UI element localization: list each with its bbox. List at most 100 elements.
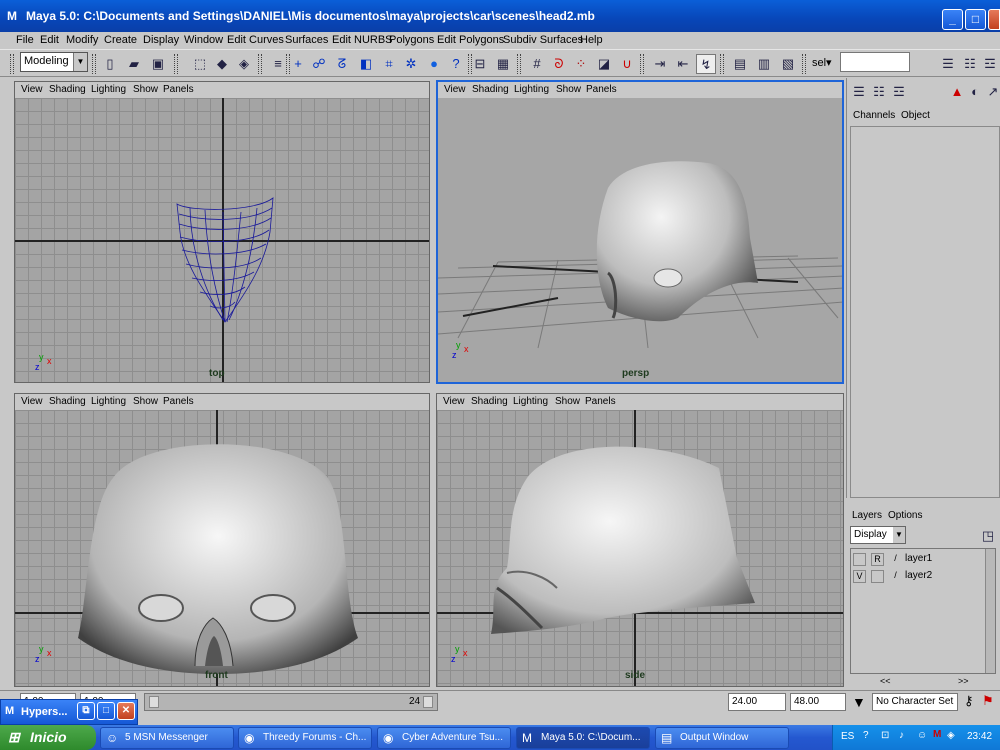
handles-icon[interactable]: + [288, 54, 308, 74]
channel-box-list[interactable] [850, 126, 1000, 498]
layer-list-scrollbar[interactable] [985, 549, 995, 673]
playback-end-field[interactable]: 24.00 [728, 693, 786, 711]
panel-menu-panels[interactable]: Panels [586, 84, 617, 95]
layer-visibility-toggle[interactable]: V [853, 570, 866, 583]
channel-box-toggle-icon[interactable]: ☰ [938, 54, 958, 74]
lock-selection-icon[interactable]: ⊟ [470, 54, 490, 74]
volume-icon[interactable]: ♪ [899, 730, 904, 741]
deformations-icon[interactable]: ⌗ [379, 54, 399, 74]
misc-icon[interactable]: ? [446, 54, 466, 74]
pick-icon[interactable]: ↗ [983, 82, 1000, 102]
mask-menu-icon[interactable]: ≡ [268, 54, 288, 74]
layer-editor-icon[interactable]: ☷ [869, 82, 889, 102]
select-hierarchy-icon[interactable]: ⬚ [190, 54, 210, 74]
close-button[interactable] [988, 9, 1000, 30]
ipr-render-icon[interactable]: ▥ [754, 54, 774, 74]
layer-visibility-toggle[interactable] [853, 553, 866, 566]
options-menu[interactable]: Options [888, 510, 922, 521]
language-indicator[interactable]: ES [841, 731, 854, 742]
save-scene-icon[interactable]: ▣ [148, 54, 168, 74]
panel-menu-lighting[interactable]: Lighting [514, 84, 549, 95]
messenger-tray-icon[interactable]: ☺ [917, 730, 927, 741]
dynamics-icon[interactable]: ✲ [401, 54, 421, 74]
channels-menu[interactable]: Channels [853, 110, 895, 121]
character-set-field[interactable]: No Character Set [872, 693, 958, 711]
snap-point-icon[interactable]: ⁘ [571, 54, 591, 74]
panel-menu-lighting[interactable]: Lighting [91, 396, 126, 407]
taskbar-item-threedy[interactable]: ◉ Threedy Forums - Ch... [238, 727, 372, 749]
antivirus-icon[interactable]: ◈ [947, 730, 955, 741]
panel-menu-shading[interactable]: Shading [49, 84, 86, 95]
snap-plane-icon[interactable]: ◪ [594, 54, 614, 74]
menu-edit-curves[interactable]: Edit Curves [227, 34, 284, 46]
tool-settings-toggle-icon[interactable]: ☲ [980, 54, 1000, 74]
render-icon[interactable]: ▲ [947, 82, 967, 102]
channel-box-icon[interactable]: ☰ [849, 82, 869, 102]
input-connections-icon[interactable]: ⇥ [650, 54, 670, 74]
auto-key-icon[interactable]: ⚷ [964, 693, 974, 709]
output-connections-icon[interactable]: ⇤ [673, 54, 693, 74]
side-viewport[interactable]: View Shading Lighting Show Panels yxz si… [436, 393, 844, 687]
surfaces-icon[interactable]: ◧ [356, 54, 376, 74]
minimize-button[interactable]: _ [942, 9, 963, 30]
panel-menu-view[interactable]: View [443, 396, 465, 407]
open-scene-icon[interactable]: ▰ [124, 54, 144, 74]
menu-subdiv-surfaces[interactable]: Subdiv Surfaces [503, 34, 583, 46]
panel-menu-shading[interactable]: Shading [49, 396, 86, 407]
make-live-icon[interactable]: ∪ [617, 54, 637, 74]
panel-menu-shading[interactable]: Shading [472, 84, 509, 95]
panel-menu-view[interactable]: View [444, 84, 466, 95]
menu-create[interactable]: Create [104, 34, 137, 46]
layer-type-toggle[interactable]: R [871, 553, 884, 566]
gmail-icon[interactable]: M [933, 729, 941, 740]
panel-menu-show[interactable]: Show [133, 396, 158, 407]
help-icon[interactable]: ? [863, 730, 869, 741]
attribute-editor-toggle-icon[interactable]: ☷ [960, 54, 980, 74]
start-button[interactable]: ⊞ Inicio [0, 725, 96, 750]
menu-surfaces[interactable]: Surfaces [285, 34, 328, 46]
create-layer-icon[interactable]: ◳ [978, 526, 998, 546]
panel-menu-lighting[interactable]: Lighting [513, 396, 548, 407]
select-object-icon[interactable]: ◆ [212, 54, 232, 74]
layer-type-toggle[interactable] [871, 570, 884, 583]
layer-display-dropdown[interactable]: Display ▼ [850, 526, 906, 544]
snap-curve-icon[interactable]: ᘐ [549, 54, 569, 74]
maximize-button[interactable]: □ [965, 9, 986, 30]
rendering-icon[interactable]: ● [424, 54, 444, 74]
menu-edit[interactable]: Edit [40, 34, 59, 46]
menu-file[interactable]: File [16, 34, 34, 46]
joints-icon[interactable]: ☍ [309, 54, 329, 74]
layers-menu[interactable]: Layers [852, 510, 882, 521]
menu-edit-nurbs[interactable]: Edit NURBS [332, 34, 393, 46]
character-set-menu-icon[interactable]: ▼ [852, 694, 866, 710]
persp-viewport[interactable]: View Shading Lighting Show Panels yxz pe… [436, 80, 844, 384]
panel-menu-show[interactable]: Show [556, 84, 581, 95]
menu-modify[interactable]: Modify [66, 34, 98, 46]
new-scene-icon[interactable]: ▯ [100, 54, 120, 74]
front-viewport[interactable]: View Shading Lighting Show Panels yxz fr… [14, 393, 430, 687]
top-viewport[interactable]: View Shading Lighting Show Panels yxz to… [14, 81, 430, 383]
menu-polygons[interactable]: Polygons [389, 34, 434, 46]
menu-edit-polygons[interactable]: Edit Polygons [437, 34, 504, 46]
menu-window[interactable]: Window [184, 34, 223, 46]
panel-menu-panels[interactable]: Panels [163, 84, 194, 95]
taskbar-item-cyber[interactable]: ◉ Cyber Adventure Tsu... [377, 727, 511, 749]
render-globals-icon[interactable]: ▧ [778, 54, 798, 74]
object-menu[interactable]: Object [901, 110, 930, 121]
quick-selection-label[interactable]: sel▾ [812, 56, 832, 69]
range-slider-end-handle[interactable] [423, 696, 433, 708]
panel-menu-view[interactable]: View [21, 84, 43, 95]
panel-menu-panels[interactable]: Panels [163, 396, 194, 407]
maximize-icon[interactable]: □ [97, 702, 115, 720]
layer-row[interactable]: R / layer1 [851, 551, 991, 567]
range-slider-start-handle[interactable] [149, 696, 159, 708]
layer-scroll-left[interactable]: << [880, 676, 891, 686]
panel-menu-view[interactable]: View [21, 396, 43, 407]
hypershade-minimized-window[interactable]: M Hypers... ⧉ □ ✕ [0, 699, 138, 725]
menu-help[interactable]: Help [580, 34, 603, 46]
select-component-icon[interactable]: ◈ [234, 54, 254, 74]
panel-menu-lighting[interactable]: Lighting [91, 84, 126, 95]
quick-selection-field[interactable] [840, 52, 910, 72]
highlight-selection-icon[interactable]: ▦ [493, 54, 513, 74]
channel-layer-icon[interactable]: ☲ [889, 82, 909, 102]
